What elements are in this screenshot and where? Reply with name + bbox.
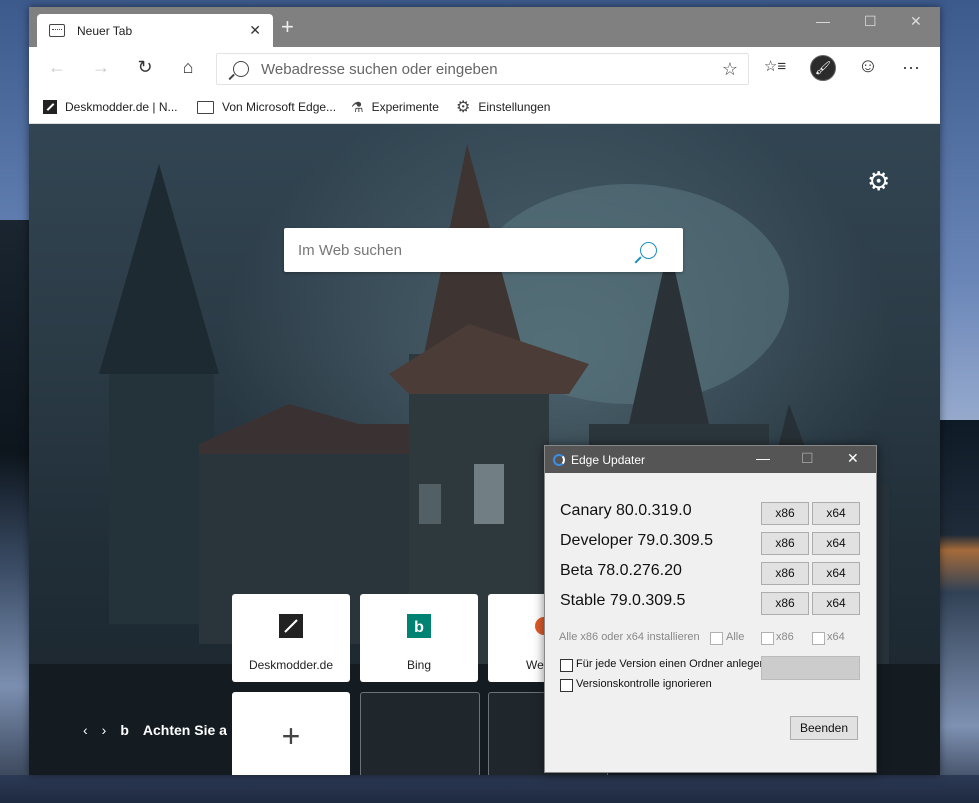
- tab-title: Neuer Tab: [77, 23, 133, 38]
- quicklink-tile-deskmodder[interactable]: Deskmodder.de: [232, 594, 350, 682]
- bookmark-label: Deskmodder.de | N...: [65, 100, 178, 114]
- ignore-version-check-label: Versionskontrolle ignorieren: [576, 678, 712, 690]
- web-search-input[interactable]: [296, 240, 640, 260]
- checkbox-x86[interactable]: [761, 632, 774, 645]
- newtab-page-icon: [49, 24, 65, 37]
- dialog-close-button[interactable]: ✕: [847, 450, 859, 467]
- beta-x86-button[interactable]: x86: [761, 562, 809, 585]
- version-label-stable: Stable 79.0.309.5: [560, 592, 686, 609]
- refresh-button[interactable]: ↻: [133, 57, 157, 78]
- bookmark-folder-von-microsoft-edge[interactable]: Von Microsoft Edge...: [197, 91, 336, 123]
- checkbox-x64-label: x64: [827, 631, 845, 643]
- flask-icon: ⚗: [351, 98, 364, 115]
- tab-close-icon[interactable]: ✕: [249, 22, 261, 39]
- favorite-star-icon[interactable]: ☆: [722, 59, 738, 80]
- developer-x64-button[interactable]: x64: [812, 532, 860, 555]
- news-headline[interactable]: Achten Sie a: [143, 722, 227, 738]
- desktop-wallpaper-right: [939, 420, 979, 803]
- version-label-beta: Beta 78.0.276.20: [560, 562, 682, 579]
- bookmark-experimente[interactable]: ⚗ Experimente: [351, 91, 439, 123]
- desktop-wallpaper-left: [0, 220, 30, 803]
- deskmodder-icon: [43, 100, 57, 114]
- checkbox-x64[interactable]: [812, 632, 825, 645]
- dialog-maximize-button[interactable]: ☐: [801, 450, 814, 467]
- developer-x86-button[interactable]: x86: [761, 532, 809, 555]
- dialog-title-bar: Edge Updater — ☐ ✕: [545, 446, 876, 473]
- bookmark-deskmodder[interactable]: Deskmodder.de | N...: [43, 91, 178, 123]
- address-input[interactable]: [259, 59, 722, 79]
- web-search-box[interactable]: [284, 228, 683, 272]
- install-all-label: Alle x86 oder x64 installieren: [559, 631, 700, 643]
- bing-icon: b: [407, 614, 431, 638]
- checkbox-folder-per-version[interactable]: [560, 659, 573, 672]
- version-label-developer: Developer 79.0.309.5: [560, 532, 713, 549]
- dialog-title: Edge Updater: [571, 452, 646, 467]
- edge-updater-dialog: Edge Updater — ☐ ✕ Canary 80.0.319.0 x86…: [544, 445, 877, 773]
- forward-button[interactable]: →: [89, 57, 113, 78]
- tile-label: Deskmodder.de: [248, 658, 334, 672]
- checkbox-all[interactable]: [710, 632, 723, 645]
- bookmark-label: Von Microsoft Edge...: [222, 100, 337, 114]
- feedback-smiley-button[interactable]: ☺: [856, 55, 880, 78]
- svg-text:b: b: [414, 619, 424, 636]
- updater-refresh-icon: [553, 453, 565, 466]
- more-menu-button[interactable]: ···: [899, 57, 923, 78]
- bookmark-einstellungen[interactable]: ⚙ Einstellungen: [456, 91, 550, 123]
- canary-x64-button[interactable]: x64: [812, 502, 860, 525]
- plus-icon: +: [281, 718, 301, 754]
- address-bar[interactable]: ☆: [216, 53, 749, 85]
- empty-tile: [360, 692, 480, 775]
- dialog-minimize-button[interactable]: —: [756, 450, 770, 466]
- folder-icon: [197, 100, 214, 114]
- bookmark-label: Experimente: [371, 100, 439, 114]
- search-icon: [233, 61, 249, 77]
- tile-label: Bing: [406, 658, 432, 672]
- minimize-button[interactable]: —: [816, 13, 830, 29]
- new-tab-button[interactable]: +: [281, 16, 294, 38]
- toolbar: ← → ↻ ⌂ ☆ ☆≡ 🖌 ☺ ···: [29, 47, 940, 91]
- news-prev-chevron-icon[interactable]: ‹: [83, 722, 88, 738]
- stable-x64-button[interactable]: x64: [812, 592, 860, 615]
- folder-per-version-label: Für jede Version einen Ordner anlegen: [576, 658, 766, 670]
- news-ticker: ‹ › b Achten Sie a: [83, 722, 241, 738]
- version-label-canary: Canary 80.0.319.0: [560, 502, 692, 519]
- back-button[interactable]: ←: [45, 57, 69, 78]
- close-button[interactable]: ✕: [910, 13, 922, 30]
- deskmodder-icon: [279, 614, 303, 638]
- favorites-bar: Deskmodder.de | N... Von Microsoft Edge.…: [29, 91, 940, 124]
- quicklink-tile-bing[interactable]: b Bing: [360, 594, 478, 682]
- maximize-button[interactable]: ☐: [864, 13, 877, 30]
- bookmark-label: Einstellungen: [478, 100, 551, 114]
- tab-neuer-tab[interactable]: Neuer Tab ✕: [37, 14, 273, 47]
- checkbox-all-label: Alle: [726, 631, 745, 643]
- gear-icon: ⚙: [456, 99, 471, 116]
- search-icon[interactable]: [640, 241, 657, 259]
- news-next-chevron-icon[interactable]: ›: [102, 722, 107, 738]
- desktop-wallpaper-bottom: [0, 775, 979, 803]
- folder-path-field: [761, 656, 860, 680]
- title-bar: Neuer Tab ✕ + — ☐ ✕: [29, 7, 940, 47]
- checkbox-ignore-version-check[interactable]: [560, 679, 573, 692]
- quit-button[interactable]: Beenden: [790, 716, 858, 740]
- checkbox-x86-label: x86: [776, 631, 794, 643]
- bing-logo-icon: b: [120, 722, 129, 738]
- home-button[interactable]: ⌂: [176, 57, 200, 78]
- page-settings-gear-icon[interactable]: ⚙: [867, 166, 890, 197]
- favorites-list-button[interactable]: ☆≡: [763, 57, 787, 75]
- profile-avatar[interactable]: 🖌: [810, 55, 836, 81]
- stable-x86-button[interactable]: x86: [761, 592, 809, 615]
- canary-x86-button[interactable]: x86: [761, 502, 809, 525]
- add-quicklink-tile[interactable]: +: [232, 692, 350, 775]
- beta-x64-button[interactable]: x64: [812, 562, 860, 585]
